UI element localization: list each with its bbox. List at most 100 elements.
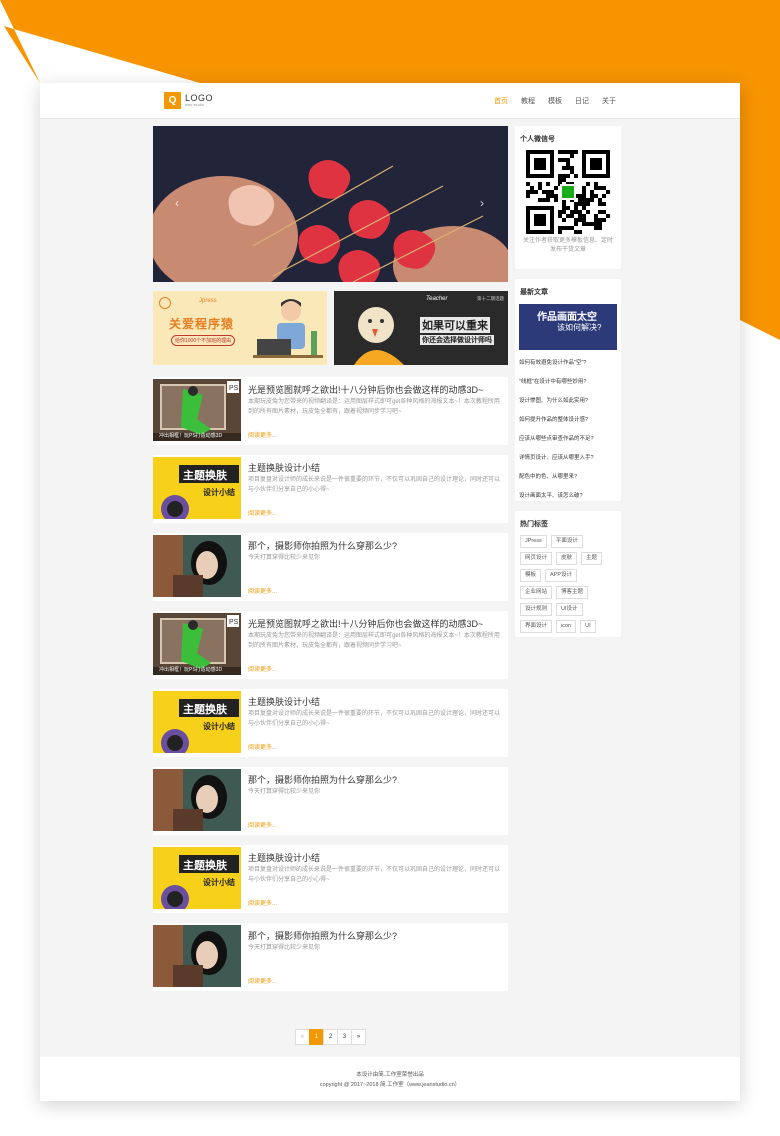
tag-chip[interactable]: JPress (520, 535, 547, 548)
read-more-link[interactable]: 阅读更多... (248, 430, 277, 439)
thumbnail-caption-1: 主题换肤 (183, 470, 227, 482)
latest-article-link[interactable]: 如何提升作品的整体设计感? (515, 411, 621, 430)
article-thumbnail[interactable]: 主题换肤 设计小结 (153, 691, 241, 753)
pager-next[interactable]: » (351, 1029, 366, 1045)
article-thumbnail[interactable] (153, 535, 241, 597)
latest-article-link[interactable]: 如何有效避免设计作品"空"? (515, 354, 621, 373)
svg-text:PS: PS (229, 385, 239, 392)
hot-tags-widget: 热门标签 JPress 平面设计网页设计 皮肤 主题模板 APP设计企业网站 博客主题 设计… (515, 511, 621, 637)
latest-article-link[interactable]: 应该从哪些点审查作品的不足? (515, 430, 621, 449)
pager-page-1[interactable]: 1 (309, 1029, 324, 1045)
banner-right-line2: 你还会选择做设计师吗 (420, 335, 494, 345)
page-frame: Q LOGO web studio 首页 教程 模板 日记 关于 ‹ › Jpr… (40, 83, 740, 1101)
article-card[interactable]: PS 冲出相框！玩PS打造动感3D 光是预览图就呼之欲出!十八分钟后你也会做这样的动… (153, 377, 508, 445)
read-more-link[interactable]: 阅读更多... (248, 820, 277, 829)
latest-article-link[interactable]: "线框"在设计中有哪些妙用? (515, 373, 621, 392)
tag-chip[interactable]: 博客主题 (556, 586, 589, 599)
pager-page-3[interactable]: 3 (337, 1029, 352, 1045)
latest-banner[interactable]: 作品画面太空 该如何解决? (519, 304, 617, 350)
read-more-link[interactable]: 阅读更多... (248, 976, 277, 985)
footer-copyright: copyright @ 2017~2018 简.工作室（www.jeanstud… (319, 1082, 461, 1088)
latest-article-link[interactable]: 配色中的色、从哪里来? (515, 468, 621, 487)
article-card[interactable]: 主题换肤 设计小结 主题换肤设计小结 项目复盘对设计师的成长来说是一件很重要的环节，不… (153, 689, 508, 757)
tag-chip[interactable]: UI (580, 620, 596, 633)
tag-chip[interactable]: 网页设计 (520, 552, 553, 565)
article-excerpt: 项目复盘对设计师的成长来说是一件很重要的环节，不仅可以巩固自己的设计理论，同时还… (248, 711, 501, 727)
nav-item-home[interactable]: 首页 (494, 96, 508, 106)
latest-article-link[interactable]: 设计惨图、为什么如此实用? (515, 392, 621, 411)
tag-chip[interactable]: 主题 (581, 552, 603, 565)
banner-programmer[interactable]: Jpress 关爱程序猿 给你1000个不加班的理由 (153, 291, 327, 365)
tag-chip[interactable]: icon (556, 620, 577, 633)
article-card[interactable]: 那个，摄影师你拍照为什么穿那么少? 今天打算穿得比较少来见你 阅读更多... (153, 533, 508, 601)
article-title[interactable]: 光是预览图就呼之欲出!十八分钟后你也会做这样的动感3D~ (248, 383, 483, 396)
article-title[interactable]: 那个，摄影师你拍照为什么穿那么少? (248, 539, 397, 552)
wechat-caption: 关注作者获取更多模板信息、定时发布干货文章 (523, 238, 614, 253)
hero-slider[interactable]: ‹ › (153, 126, 508, 282)
svg-text:PS: PS (229, 619, 239, 626)
pagination: « 1 2 3 » (295, 1029, 366, 1045)
tag-chip[interactable]: 平面设计 (550, 535, 583, 548)
clock-icon (159, 297, 171, 309)
read-more-link[interactable]: 阅读更多... (248, 586, 277, 595)
thumbnail-caption: 冲出相框！玩PS打造动感3D (159, 433, 223, 439)
thumbnail-caption-1: 主题换肤 (183, 704, 227, 716)
nav-item-about[interactable]: 关于 (602, 96, 616, 106)
banner-teacher[interactable]: Teacher 第十二期话题 如果可以重来 你还会选择做设计师吗 (334, 291, 508, 365)
wechat-title: 个人微信号 (520, 136, 555, 143)
article-card[interactable]: 主题换肤 设计小结 主题换肤设计小结 项目复盘对设计师的成长来说是一件很重要的环节，不… (153, 845, 508, 913)
slider-next-arrow[interactable]: › (480, 196, 484, 210)
article-card[interactable]: 主题换肤 设计小结 主题换肤设计小结 项目复盘对设计师的成长来说是一件很重要的环节，不… (153, 455, 508, 523)
latest-article-link[interactable]: 设计画面太平、该怎么破? (515, 487, 621, 506)
article-thumbnail[interactable]: PS 冲出相框！玩PS打造动感3D (153, 613, 241, 675)
read-more-link[interactable]: 阅读更多... (248, 664, 277, 673)
article-thumbnail[interactable]: PS 冲出相框！玩PS打造动感3D (153, 379, 241, 441)
article-excerpt: 本期玩皮兔为您带来的视频翻译是：运用图层样式即可get各种风格的海报文本~！本次… (248, 633, 500, 649)
tag-chip[interactable]: 设计规则 (520, 603, 553, 616)
read-more-link[interactable]: 阅读更多... (248, 508, 277, 517)
article-thumbnail[interactable] (153, 925, 241, 987)
article-title[interactable]: 那个，摄影师你拍照为什么穿那么少? (248, 773, 397, 786)
article-excerpt: 今天打算穿得比较少来见你 (248, 555, 321, 561)
article-title[interactable]: 光是预览图就呼之欲出!十八分钟后你也会做这样的动感3D~ (248, 617, 483, 630)
site-logo[interactable]: Q LOGO web studio (164, 92, 213, 109)
article-thumbnail[interactable]: 主题换肤 设计小结 (153, 457, 241, 519)
thumbnail-caption-2: 设计小结 (203, 878, 235, 887)
teacher-illustration (334, 295, 414, 365)
thumbnail-caption-1: 主题换肤 (183, 860, 227, 872)
nav-item-tutorial[interactable]: 教程 (521, 96, 535, 106)
article-excerpt: 今天打算穿得比较少来见你 (248, 789, 321, 795)
tag-chip[interactable]: APP设计 (545, 569, 578, 582)
article-title[interactable]: 主题换肤设计小结 (248, 461, 320, 474)
tag-chip[interactable]: 模板 (520, 569, 542, 582)
nav-item-diary[interactable]: 日记 (575, 96, 589, 106)
tag-chip[interactable]: 企业网站 (520, 586, 553, 599)
banner-right-tag: Teacher (426, 296, 448, 302)
nav-item-template[interactable]: 模板 (548, 96, 562, 106)
tag-chip[interactable]: UI设计 (556, 603, 583, 616)
slider-prev-arrow[interactable]: ‹ (175, 196, 179, 210)
logo-icon: Q (164, 92, 181, 109)
latest-article-link[interactable]: 详情页设计、应该从哪里入手? (515, 449, 621, 468)
site-header: Q LOGO web studio 首页 教程 模板 日记 关于 (40, 83, 740, 119)
pager-prev[interactable]: « (295, 1029, 310, 1045)
pager-page-2[interactable]: 2 (323, 1029, 338, 1045)
article-title[interactable]: 那个，摄影师你拍照为什么穿那么少? (248, 929, 397, 942)
article-title[interactable]: 主题换肤设计小结 (248, 695, 320, 708)
article-thumbnail[interactable]: 主题换肤设计小结 (153, 847, 241, 909)
read-more-link[interactable]: 阅读更多... (248, 898, 277, 907)
article-card[interactable]: 那个，摄影师你拍照为什么穿那么少? 今天打算穿得比较少来见你 阅读更多... (153, 767, 508, 835)
article-card[interactable]: 那个，摄影师你拍照为什么穿那么少? 今天打算穿得比较少来见你 阅读更多... (153, 923, 508, 991)
main-column: ‹ › Jpress 关爱程序猿 给你1000个不加班的理由 Teacher 第… (153, 126, 508, 991)
article-title[interactable]: 主题换肤设计小结 (248, 851, 320, 864)
article-excerpt: 项目复盘对设计师的成长来说是一件很重要的环节，不仅可以巩固自己的设计理论，同时还… (248, 477, 501, 493)
article-thumbnail[interactable] (153, 769, 241, 831)
read-more-link[interactable]: 阅读更多... (248, 742, 277, 751)
article-list: PS 冲出相框！玩PS打造动感3D 光是预览图就呼之欲出!十八分钟后你也会做这样的动… (153, 377, 508, 991)
latest-articles-widget: 最新文章 作品画面太空 该如何解决? 如何有效避免设计作品"空"? "线框"在设计… (515, 279, 621, 501)
tag-chip[interactable]: 皮肤 (556, 552, 578, 565)
article-card[interactable]: PS 冲出相框！玩PS打造动感3D 光是预览图就呼之欲出!十八分钟后你也会做这样的动… (153, 611, 508, 679)
tags-title: 热门标签 (520, 521, 548, 528)
tag-chip[interactable]: 界面设计 (520, 620, 553, 633)
banner-right-corner: 第十二期话题 (477, 296, 504, 301)
